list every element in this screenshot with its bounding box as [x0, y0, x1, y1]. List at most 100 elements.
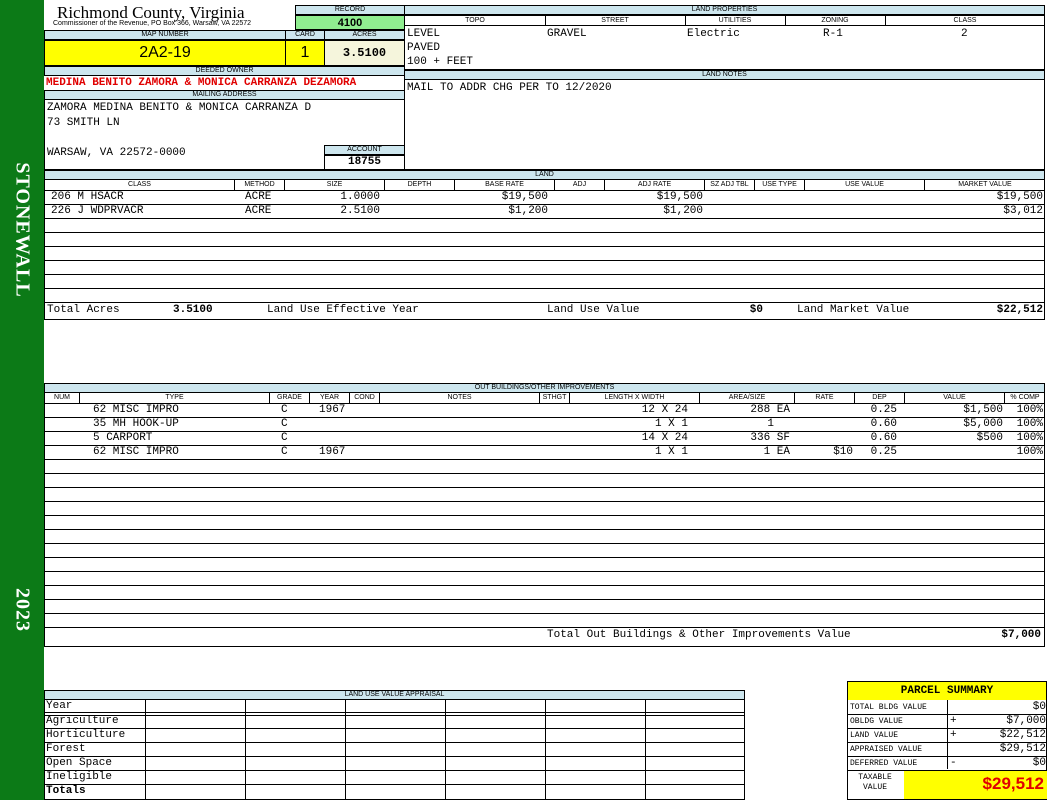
ob-lxw: 12 X 24: [641, 404, 688, 416]
ob-total-label: Total Out Buildings & Other Improvements…: [547, 629, 851, 641]
record-header: RECORD: [295, 5, 405, 15]
land-use-table: Year Agriculture Horticulture Forest Ope…: [44, 700, 745, 800]
lu-totals-label: Totals: [46, 785, 86, 797]
summary-value: $22,512: [999, 729, 1046, 741]
land-notes-header: LAND NOTES: [404, 70, 1045, 80]
land-row-method: ACRE: [245, 205, 272, 217]
ob-dep: 0.25: [870, 404, 897, 416]
ob-value: $500: [976, 432, 1003, 444]
land-properties-table: TOPO STREET UTILITIES ZONING CLASS LEVEL…: [404, 15, 1045, 70]
ob-area: 288 EA: [750, 404, 790, 416]
ob-dep: 0.25: [870, 446, 897, 458]
mailing-address-header: MAILING ADDRESS: [44, 90, 405, 100]
lp-topo-3: 100 + FEET: [407, 56, 474, 68]
lp-class: 2: [961, 28, 968, 40]
summary-label: TOTAL BLDG VALUE: [850, 703, 927, 712]
ob-col-type: TYPE: [80, 393, 270, 403]
land-col-use-value: USE VALUE: [805, 180, 925, 190]
taxable-value-label: TAXABLE VALUE: [858, 773, 892, 792]
lu-forest-label: Forest: [46, 743, 86, 755]
year-label: 2023: [11, 588, 34, 632]
ob-comp: 100%: [1016, 446, 1043, 458]
land-notes-box: MAIL TO ADDR CHG PER TO 12/2020: [404, 80, 1045, 170]
ob-comp: 100%: [1016, 432, 1043, 444]
ob-comp: 100%: [1016, 418, 1043, 430]
land-use-value-label: Land Use Value: [547, 304, 640, 316]
ob-total-value: $7,000: [1001, 629, 1041, 641]
card-header: CARD: [285, 30, 325, 40]
land-market-value-label: Land Market Value: [797, 304, 910, 316]
summary-value: $7,000: [1006, 715, 1046, 727]
land-use-header: LAND USE VALUE APPRAISAL: [44, 690, 745, 700]
lp-zoning-header: ZONING: [785, 16, 886, 26]
taxable-value: $29,512: [904, 771, 1047, 799]
lu-agriculture-label: Agriculture: [46, 715, 119, 727]
land-col-size: SIZE: [285, 180, 385, 190]
ob-lxw: 1 X 1: [654, 446, 688, 458]
lp-utilities-header: UTILITIES: [685, 16, 786, 26]
lp-street: GRAVEL: [547, 28, 587, 40]
land-col-adj-rate: ADJ RATE: [605, 180, 705, 190]
lp-topo-header: TOPO: [405, 16, 546, 26]
record-value: 4100: [295, 15, 405, 30]
ob-value: $1,500: [963, 404, 1003, 416]
lp-street-header: STREET: [545, 16, 686, 26]
map-number-header: MAP NUMBER: [44, 30, 286, 40]
outbuildings-header: OUT BUILDINGS/OTHER IMPROVEMENTS: [44, 383, 1045, 393]
ob-value: $5,000: [963, 418, 1003, 430]
ob-type: 35 MH HOOK-UP: [93, 418, 179, 430]
ob-area: 336 SF: [750, 432, 790, 444]
land-row-market-value: $3,012: [1003, 205, 1043, 217]
summary-value: $0: [1032, 701, 1046, 713]
card-value: 1: [285, 40, 325, 66]
ob-type: 5 CARPORT: [93, 432, 153, 444]
ob-type: 62 MISC IMPRO: [93, 404, 179, 416]
summary-value: $0: [1032, 757, 1046, 769]
ob-comp: 100%: [1016, 404, 1043, 416]
lp-utilities: Electric: [687, 28, 740, 40]
ob-col-area: AREA/SIZE: [700, 393, 795, 403]
land-col-base-rate: BASE RATE: [455, 180, 555, 190]
outbuildings-table: NUM TYPE GRADE YEAR COND NOTES STHGT LEN…: [44, 393, 1045, 647]
mailing-line-1: ZAMORA MEDINA BENITO & MONICA CARRANZA D: [47, 102, 312, 114]
total-acres-value: 3.5100: [173, 304, 213, 316]
summary-label: LAND VALUE: [850, 731, 899, 740]
summary-op: -: [950, 757, 957, 769]
lu-year-label: Year: [46, 700, 73, 712]
account-value: 18755: [324, 155, 405, 170]
ob-col-cond: COND: [350, 393, 380, 403]
ob-year: 1967: [319, 446, 346, 458]
land-row-class: 206 M HSACR: [51, 191, 124, 203]
ob-grade: C: [281, 404, 288, 416]
land-row-market-value: $19,500: [996, 191, 1043, 203]
ob-col-lxw: LENGTH X WIDTH: [570, 393, 700, 403]
land-col-sz-adj: SZ ADJ TBL: [705, 180, 755, 190]
ob-col-num: NUM: [45, 393, 80, 403]
land-table: CLASS METHOD SIZE DEPTH BASE RATE ADJ AD…: [44, 180, 1045, 320]
ob-dep: 0.60: [870, 432, 897, 444]
lp-topo-1: LEVEL: [407, 28, 441, 40]
ob-col-dep: DEP: [855, 393, 905, 403]
district-sidebar: STONEWALL 2023: [0, 0, 44, 800]
ob-dep: 0.60: [870, 418, 897, 430]
land-notes-text: MAIL TO ADDR CHG PER TO 12/2020: [407, 82, 612, 94]
ob-area: 1: [767, 418, 774, 430]
ob-col-sthgt: STHGT: [540, 393, 570, 403]
summary-label: OBLDG VALUE: [850, 717, 903, 726]
ob-rate: $10: [833, 446, 853, 458]
land-col-adj: ADJ: [555, 180, 605, 190]
mailing-line-4: WARSAW, VA 22572-0000: [47, 147, 186, 159]
ob-lxw: 14 X 24: [641, 432, 688, 444]
acres-value: 3.5100: [324, 40, 405, 66]
lu-open-space-label: Open Space: [46, 757, 113, 769]
land-row-adj-rate: $1,200: [663, 205, 703, 217]
ob-col-notes: NOTES: [380, 393, 540, 403]
ob-grade: C: [281, 418, 288, 430]
land-col-class: CLASS: [45, 180, 235, 190]
mailing-line-2: 73 SMITH LN: [47, 117, 120, 129]
account-header: ACCOUNT: [324, 145, 405, 155]
ob-lxw: 1 X 1: [654, 418, 688, 430]
lp-class-header: CLASS: [885, 16, 1045, 26]
lp-zoning: R-1: [823, 28, 843, 40]
ob-col-grade: GRADE: [270, 393, 310, 403]
